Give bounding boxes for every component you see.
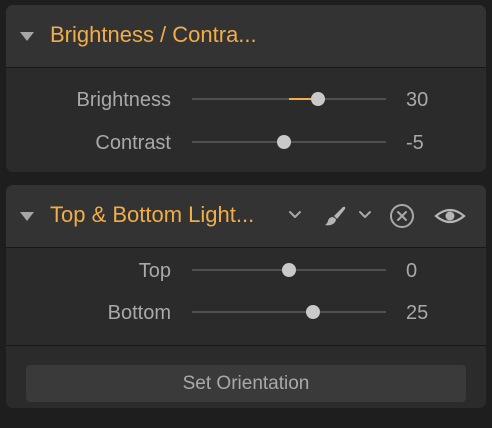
panel-title: Top & Bottom Light... <box>50 202 255 227</box>
adjustments-panel: Brightness / Contra... Brightness 30 Con… <box>0 0 492 428</box>
collapse-triangle-icon[interactable] <box>20 212 34 221</box>
contrast-value[interactable]: -5 <box>406 132 424 155</box>
chevron-down-icon[interactable] <box>358 210 372 220</box>
top-value[interactable]: 0 <box>406 260 417 283</box>
set-orientation-button[interactable]: Set Orientation <box>26 365 466 402</box>
chevron-down-icon[interactable] <box>288 210 302 220</box>
bottom-label: Bottom <box>107 302 171 324</box>
brightness-value[interactable]: 30 <box>406 89 428 112</box>
brightness-row: Brightness 30 <box>6 78 486 120</box>
top-label: Top <box>138 260 171 282</box>
top-bottom-lighting-header[interactable]: Top & Bottom Light... <box>6 185 486 248</box>
top-row: Top 0 <box>6 249 486 291</box>
brightness-slider-thumb[interactable] <box>311 92 326 106</box>
bottom-slider-thumb[interactable] <box>306 305 321 319</box>
close-circle-icon[interactable] <box>389 203 415 229</box>
bottom-value[interactable]: 25 <box>406 302 428 325</box>
eye-icon[interactable] <box>434 206 466 226</box>
brightness-label: Brightness <box>76 89 172 111</box>
divider <box>6 345 486 346</box>
bottom-row: Bottom 25 <box>6 291 486 333</box>
contrast-label: Contrast <box>95 132 171 154</box>
contrast-slider-thumb[interactable] <box>277 135 292 149</box>
brightness-contrast-header[interactable]: Brightness / Contra... <box>6 5 486 68</box>
contrast-row: Contrast -5 <box>6 121 486 163</box>
contrast-slider[interactable] <box>192 135 386 149</box>
top-slider-thumb[interactable] <box>282 263 296 277</box>
brush-icon[interactable] <box>324 205 348 227</box>
top-bottom-lighting-panel: Top & Bottom Light... Top 0 Bottom 25 Se… <box>6 185 486 408</box>
collapse-triangle-icon[interactable] <box>20 32 34 41</box>
top-slider[interactable] <box>192 263 386 277</box>
bottom-slider[interactable] <box>192 305 386 319</box>
brightness-contrast-panel: Brightness / Contra... Brightness 30 Con… <box>6 5 486 172</box>
brightness-slider[interactable] <box>192 92 386 106</box>
panel-title: Brightness / Contra... <box>50 22 257 47</box>
